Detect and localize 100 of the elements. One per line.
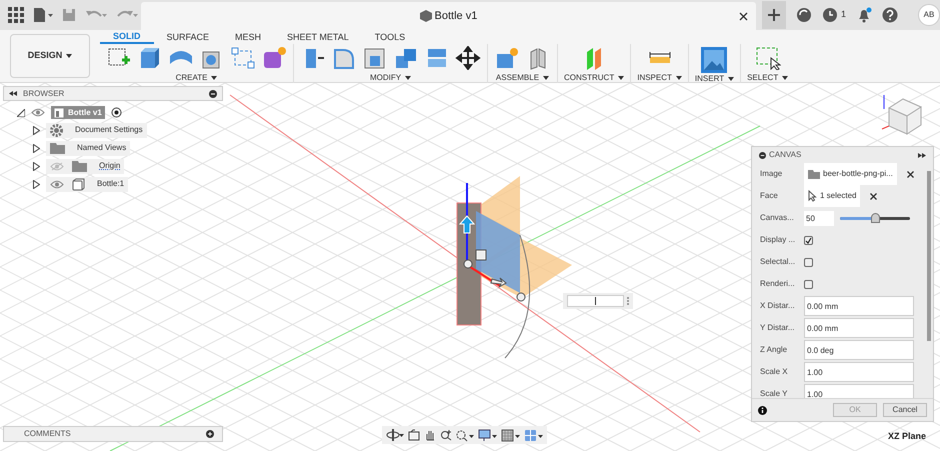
collapse-icon[interactable] [9, 91, 17, 96]
dialog-button[interactable]: Cancel [883, 403, 927, 417]
cube-icon [420, 10, 432, 22]
file-icon[interactable] [33, 7, 53, 23]
value-field[interactable]: 1.00 [804, 362, 914, 382]
ribbon-group-menu[interactable]: MODIFY [370, 73, 412, 82]
ribbon-tab[interactable]: SURFACE [154, 30, 222, 44]
user-avatar[interactable]: AB [918, 4, 940, 26]
folder-icon [808, 169, 820, 179]
expanded-triangle-icon[interactable] [17, 108, 25, 116]
help-icon[interactable] [882, 7, 898, 23]
number-field[interactable]: 50 [804, 210, 834, 226]
selection-field[interactable]: beer-bottle-png-pi... [804, 163, 897, 185]
folder-icon [50, 142, 65, 154]
clear-x-icon[interactable] [870, 192, 878, 200]
ribbon-group-menu[interactable]: ASSEMBLE [496, 73, 550, 82]
tree-item[interactable]: Named Views [46, 140, 130, 156]
field-label: Face [760, 190, 779, 202]
image-insert-icon[interactable] [700, 46, 728, 74]
minus-circle-icon[interactable] [759, 152, 766, 158]
slider-thumb[interactable] [871, 212, 880, 222]
value-field[interactable]: 0.00 mm [804, 318, 914, 338]
info-icon[interactable] [758, 406, 767, 414]
ribbon-group-menu[interactable]: CREATE [176, 73, 218, 82]
caret-icon [66, 54, 72, 58]
caret-icon [782, 76, 788, 80]
rotate-handle [516, 292, 526, 302]
value-input-popup[interactable] [563, 293, 633, 309]
tree-item[interactable]: Origin [46, 158, 124, 174]
caret-icon [728, 76, 734, 80]
ribbon-group-menu[interactable]: INSERT [694, 74, 734, 83]
caret-icon [405, 76, 412, 80]
node-rectangle-icon[interactable] [230, 46, 256, 70]
ribbon-tab[interactable]: SOLID [100, 30, 154, 44]
body-box-icon [72, 178, 85, 190]
plane-handle [476, 250, 486, 260]
select-box-icon[interactable] [754, 46, 781, 70]
value-field[interactable]: 0.0 deg [804, 340, 914, 360]
eye-icon[interactable] [50, 180, 64, 188]
field-label: Y Distar... [760, 322, 796, 334]
refresh-icon[interactable] [796, 7, 812, 23]
right-arrow-handle [490, 278, 507, 288]
new-tab-button[interactable] [762, 1, 786, 29]
panel-title: COMMENTS [24, 428, 71, 440]
checkbox[interactable] [804, 280, 813, 288]
grid-icon[interactable] [501, 428, 520, 442]
clear-x-icon[interactable] [906, 170, 914, 178]
dialog-title: CANVAS [769, 149, 802, 161]
ribbon-group-menu[interactable]: CONSTRUCT [564, 73, 624, 82]
sparkle-cube-icon[interactable] [261, 46, 287, 70]
expand-arrows-icon[interactable] [918, 152, 926, 158]
viewports-icon[interactable] [524, 428, 543, 442]
field-label: Scale Y [760, 388, 788, 398]
hand-pan-icon[interactable] [424, 429, 436, 441]
gear-icon [50, 124, 63, 136]
component-icon [54, 108, 64, 118]
new-component-icon[interactable] [494, 46, 520, 70]
value-field[interactable]: 0.00 mm [804, 296, 914, 316]
checkbox[interactable] [804, 258, 813, 266]
document-tab[interactable]: Bottle v1 [140, 2, 756, 30]
zoom-window-icon[interactable] [456, 428, 474, 442]
minus-circle-icon[interactable] [209, 90, 217, 98]
field-label: X Distar... [760, 300, 796, 312]
plane-status: XZ Plane [888, 430, 926, 443]
ribbon-tab[interactable]: SHEET METAL [274, 30, 362, 44]
ribbon-group-menu[interactable]: SELECT [747, 73, 788, 82]
selection-field[interactable]: 1 selected [804, 185, 860, 207]
eye-icon[interactable] [31, 108, 45, 117]
field-label: Canvas... [760, 212, 795, 224]
folder-icon [72, 160, 87, 172]
job-count: 1 [840, 8, 846, 22]
field-label: Image [760, 168, 784, 180]
caret-icon [618, 76, 624, 80]
workspace-button[interactable]: DESIGN [10, 34, 90, 78]
tree-item[interactable]: Document Settings [46, 122, 147, 138]
cursor-icon [808, 190, 817, 202]
plus-circle-icon[interactable] [206, 430, 214, 438]
notification-bell-icon[interactable] [856, 7, 872, 23]
orbit-icon[interactable] [386, 428, 404, 442]
ribbon-tab[interactable]: TOOLS [362, 30, 418, 44]
check-icon [805, 236, 812, 244]
move-arrows-icon[interactable] [455, 46, 481, 70]
tree-item[interactable]: Bottle:1 [46, 176, 128, 192]
radio-target-icon[interactable] [110, 107, 122, 118]
scrollbar[interactable] [927, 171, 931, 341]
ribbon-group-menu[interactable]: INSPECT [637, 73, 682, 82]
caret-icon [211, 76, 218, 80]
fillet-icon[interactable] [331, 46, 357, 70]
close-icon[interactable] [738, 12, 748, 20]
checkbox[interactable] [804, 236, 813, 244]
clock-icon[interactable] [822, 7, 838, 23]
value-field[interactable]: 1.00 [804, 384, 914, 398]
ribbon-tab[interactable]: MESH [222, 30, 274, 44]
app-grid-icon[interactable] [8, 7, 24, 23]
origin-handle [464, 260, 472, 268]
display-monitor-icon[interactable] [478, 428, 497, 442]
field-label: Z Angle [760, 344, 788, 356]
zoom-icon[interactable] [440, 429, 452, 441]
combine-boxes-icon[interactable] [393, 46, 419, 70]
camera-icon[interactable] [408, 429, 420, 441]
